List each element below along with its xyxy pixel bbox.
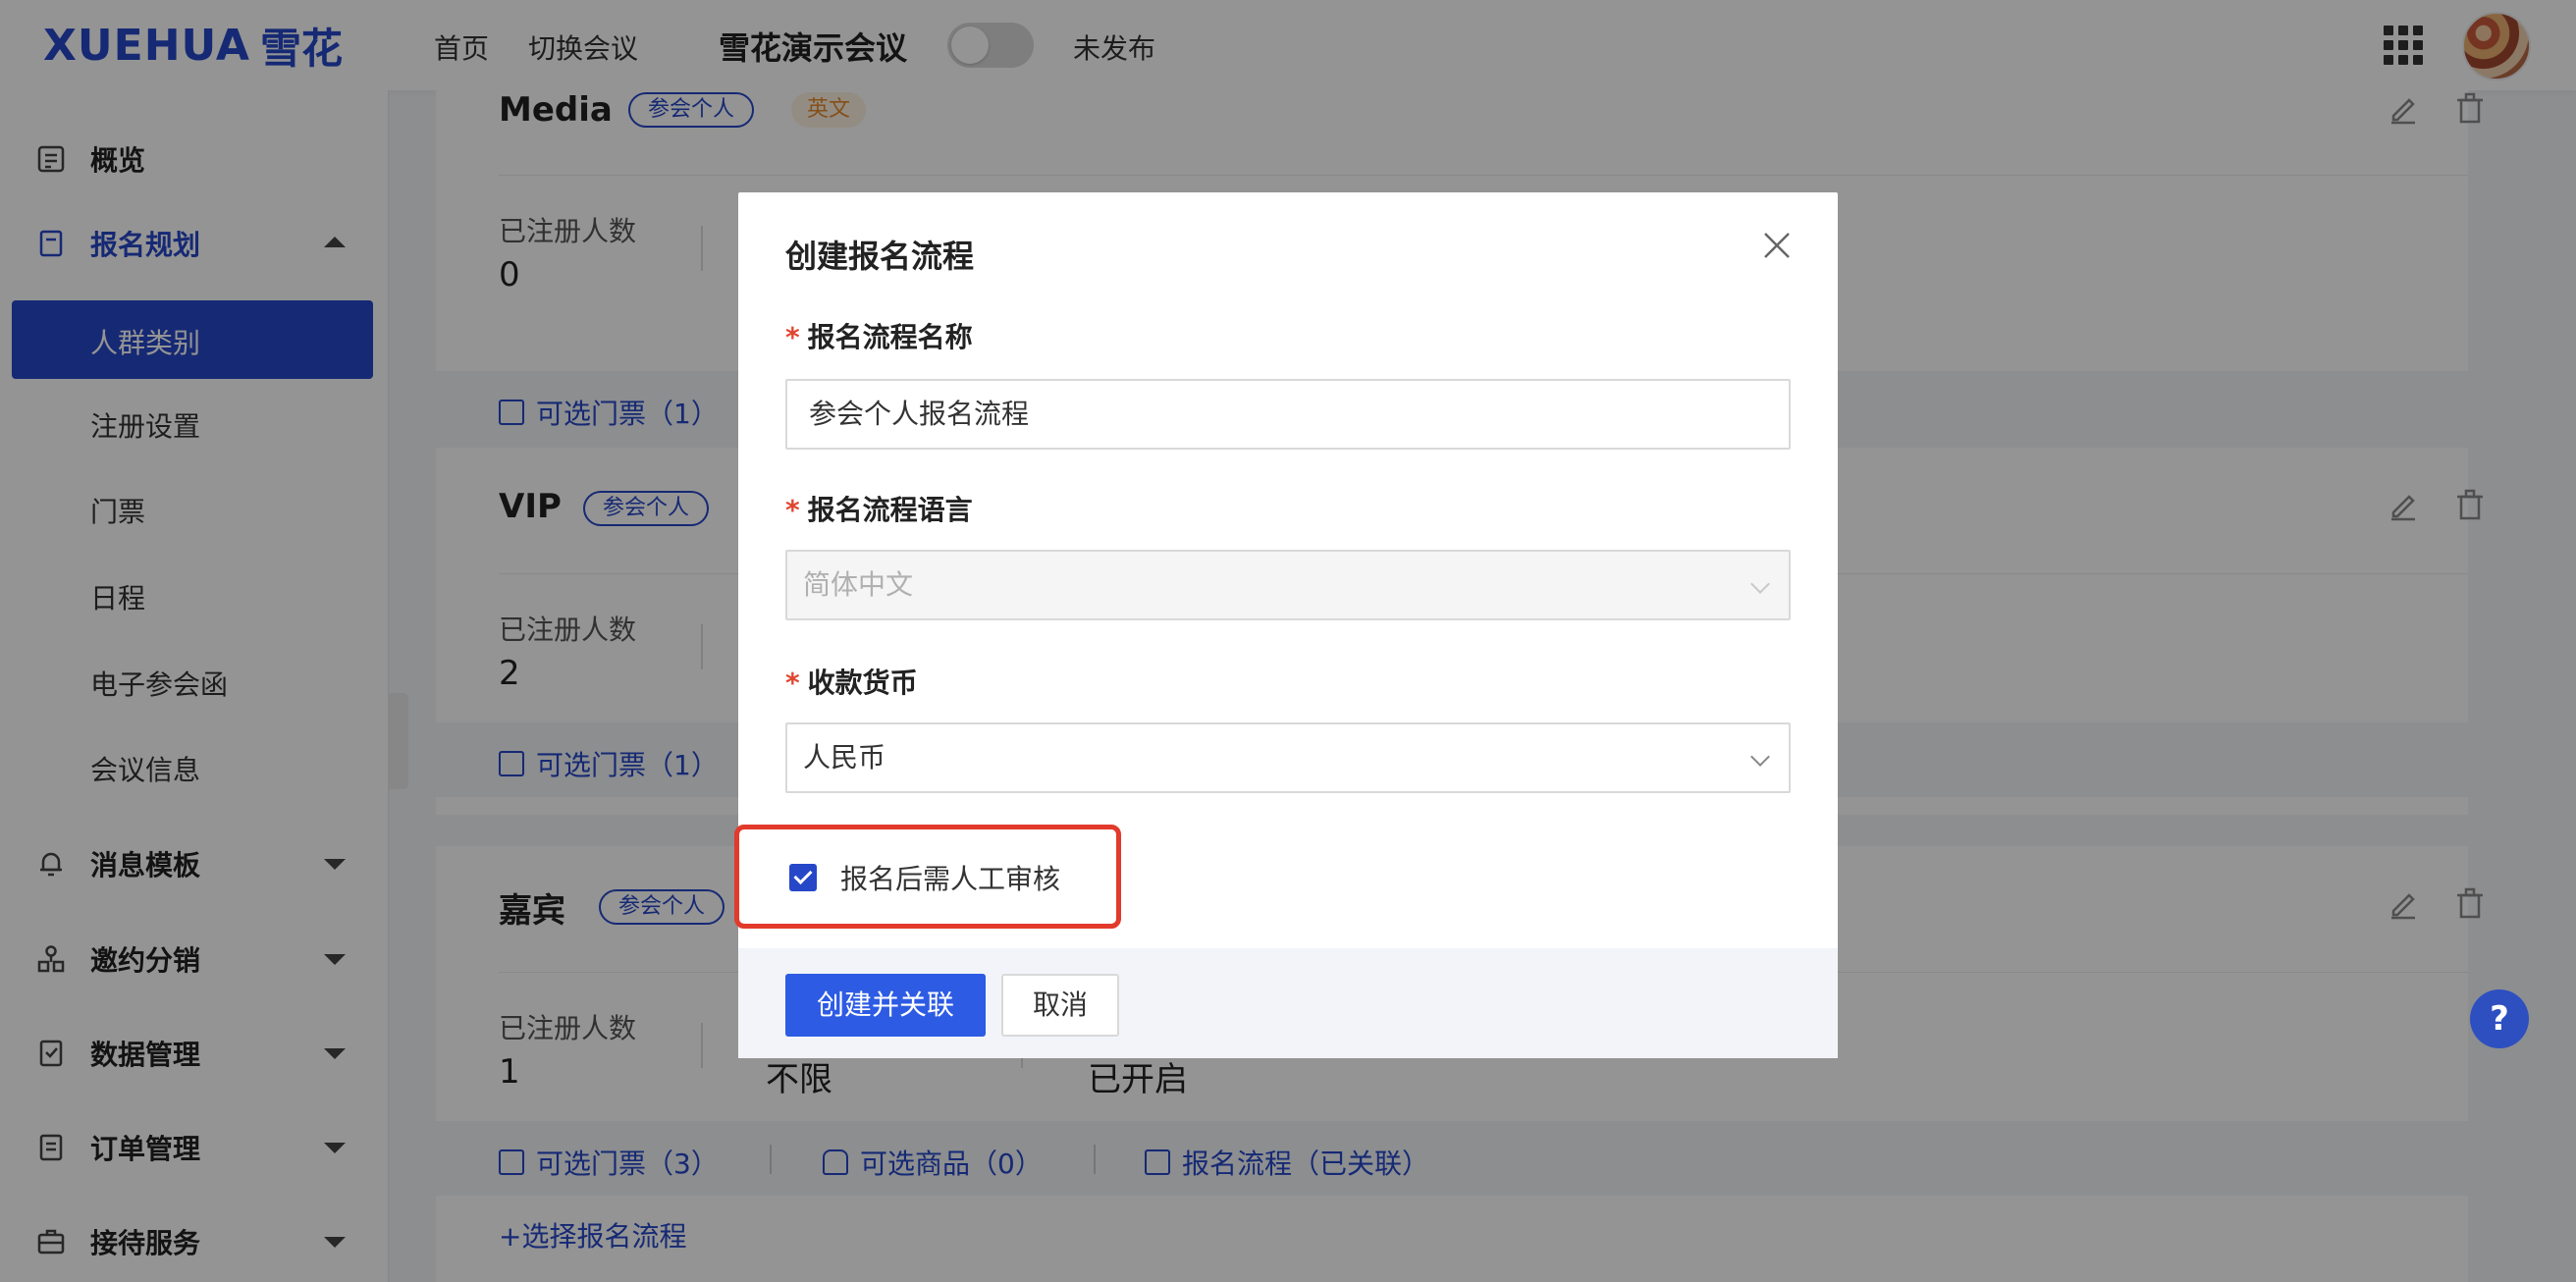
modal-title: 创建报名流程: [785, 238, 975, 275]
close-icon[interactable]: [1759, 228, 1795, 263]
currency-select[interactable]: 人民币: [785, 722, 1791, 793]
flow-name-label: * 报名流程名称: [785, 321, 973, 353]
highlight-box: [734, 825, 1121, 929]
help-button[interactable]: ?: [2470, 989, 2529, 1048]
required-mark: *: [785, 321, 800, 353]
chevron-down-icon: [1750, 574, 1770, 594]
cancel-button[interactable]: 取消: [1001, 974, 1119, 1037]
flow-language-value: 简体中文: [803, 568, 914, 601]
flow-name-input[interactable]: 参会个人报名流程: [785, 379, 1791, 450]
currency-label: * 收款货币: [785, 667, 918, 699]
create-and-link-button[interactable]: 创建并关联: [785, 974, 986, 1037]
flow-language-select: 简体中文: [785, 550, 1791, 620]
required-mark: *: [785, 667, 800, 699]
required-mark: *: [785, 494, 800, 526]
flow-language-label: * 报名流程语言: [785, 494, 973, 526]
currency-value: 人民币: [803, 741, 886, 774]
chevron-down-icon: [1750, 747, 1770, 767]
